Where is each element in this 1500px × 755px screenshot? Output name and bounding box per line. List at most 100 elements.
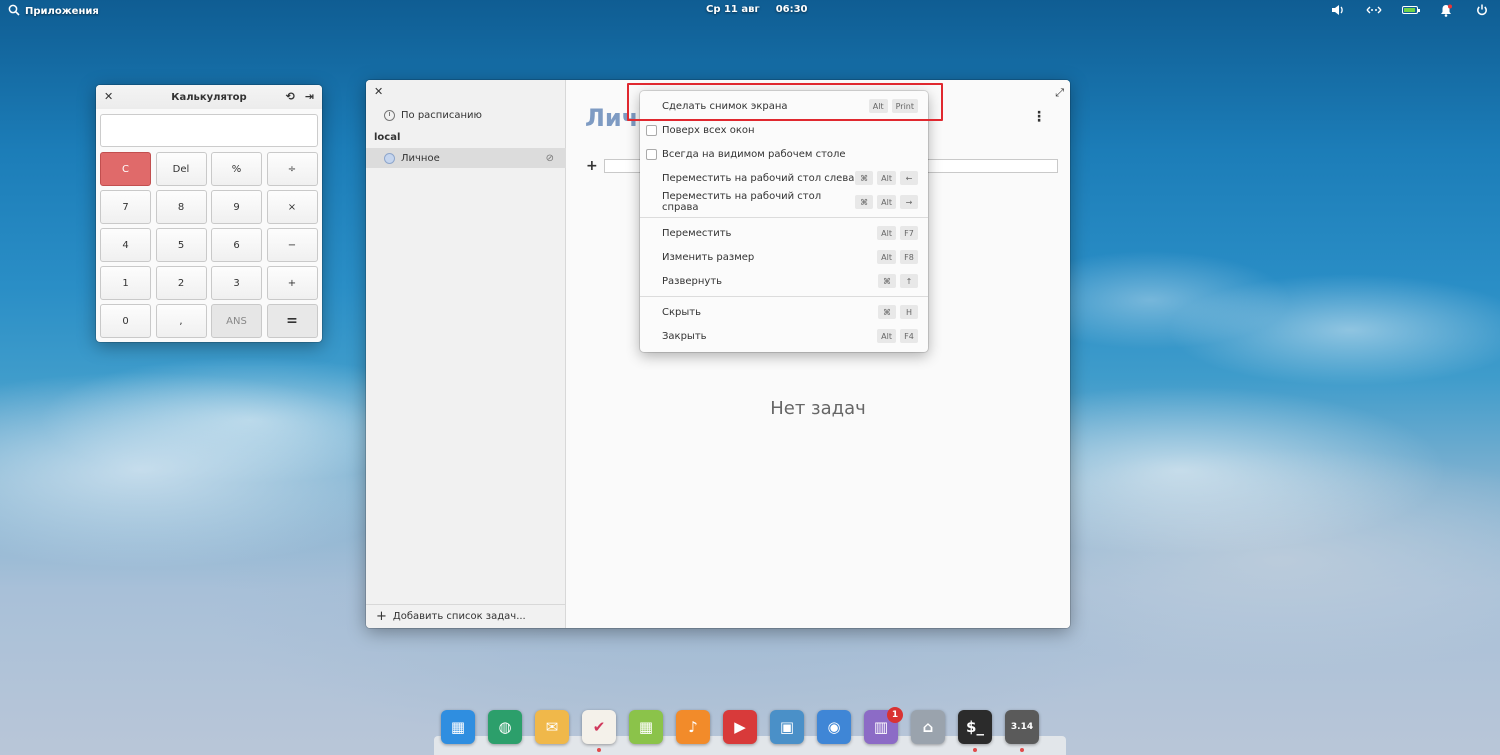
calculator-key[interactable]: ANS: [211, 304, 262, 338]
multitasking-view-icon[interactable]: ▦: [441, 710, 475, 744]
calculator-key[interactable]: C: [100, 152, 151, 186]
running-indicator: [1020, 748, 1024, 752]
maximize-icon[interactable]: ⤢: [1055, 86, 1064, 100]
keyboard-shortcut-key: ⌘: [855, 171, 874, 185]
network-icon[interactable]: [1366, 3, 1382, 17]
context-menu-item[interactable]: Переместить на рабочий стол слева ⌘ Alt ←: [640, 166, 928, 190]
keyboard-shortcut-key: F8: [900, 250, 918, 264]
context-menu-item[interactable]: Изменить размер Alt F8: [640, 245, 928, 269]
context-menu-item[interactable]: Поверх всех окон: [640, 118, 928, 142]
calculator-display[interactable]: [100, 114, 318, 147]
keyboard-shortcut-key: F4: [900, 329, 918, 343]
tasks-icon[interactable]: ✔: [582, 710, 616, 752]
context-menu-item-label: Поверх всех окон: [662, 124, 755, 136]
close-icon[interactable]: ✕: [104, 90, 113, 103]
power-icon[interactable]: [1474, 3, 1490, 17]
keyboard-shortcut-key: Alt: [877, 226, 896, 240]
dock-icon-glyph: ♪: [688, 718, 698, 736]
context-menu-item-label: Развернуть: [662, 275, 723, 287]
keyboard-shortcut-key: Alt: [877, 171, 896, 185]
context-menu-item[interactable]: Переместить Alt F7: [640, 221, 928, 245]
checkbox[interactable]: [646, 124, 657, 136]
more-options-icon[interactable]: ⋮: [1032, 110, 1046, 124]
battery-icon[interactable]: [1402, 3, 1420, 17]
sidebar-item-personal[interactable]: Личное ⊘: [366, 148, 566, 168]
calculator-key[interactable]: 8: [155, 190, 207, 224]
files-icon[interactable]: ⌂: [911, 710, 945, 744]
calculator-key[interactable]: 4: [100, 228, 151, 262]
add-task-list-button[interactable]: + Добавить список задач...: [366, 604, 566, 628]
dock-icon-glyph: $_: [966, 718, 984, 736]
volume-icon[interactable]: [1330, 3, 1346, 17]
calculator-key[interactable]: 2: [155, 266, 207, 300]
top-panel: Приложения Ср 11 авг 06:30: [0, 0, 1500, 20]
time-label: 06:30: [775, 4, 808, 15]
add-task-list-label: Добавить список задач...: [392, 611, 526, 622]
web-browser-icon[interactable]: ◍: [488, 710, 522, 744]
calculator-icon[interactable]: 3.14: [1005, 710, 1039, 752]
keyboard-shortcut-key: Alt: [877, 195, 896, 209]
applications-menu-button[interactable]: Приложения: [8, 4, 99, 19]
calculator-key[interactable]: ×: [266, 190, 318, 224]
offline-sync-icon: ⊘: [545, 152, 554, 164]
tasks-sidebar: ✕ По расписанию local Личное ⊘ + Добавит…: [366, 80, 566, 628]
photos-icon[interactable]: ▣: [770, 710, 804, 744]
add-task-icon[interactable]: +: [586, 158, 598, 174]
calculator-key[interactable]: 3: [211, 266, 262, 300]
calculator-key[interactable]: +: [266, 266, 318, 300]
calculator-window: ✕ Калькулятор ⟲ ⇥ C Del% ÷ 7 8 9 × 4 5 6− 1 2 3 +0, AN…: [96, 85, 322, 342]
context-menu-item-label: Закрыть: [662, 330, 707, 342]
dock-icon-glyph: ▣: [779, 718, 795, 736]
calculator-key[interactable]: 5: [155, 228, 207, 262]
running-indicator: [597, 748, 601, 752]
clock-icon: [384, 109, 395, 121]
calculator-key[interactable]: Del: [155, 152, 207, 186]
history-icon[interactable]: ⟲: [286, 90, 295, 103]
calculator-key[interactable]: =: [266, 304, 318, 338]
calculator-key[interactable]: −: [266, 228, 318, 262]
window-context-menu: Сделать снимок экрана Alt Print Поверх всех…: [640, 91, 928, 352]
applications-label: Приложения: [25, 6, 99, 17]
menu-separator: [640, 296, 928, 297]
calculator-key[interactable]: 9: [211, 190, 262, 224]
videos-icon[interactable]: ▶: [723, 710, 757, 744]
checkbox[interactable]: [646, 148, 657, 160]
date-time-indicator[interactable]: Ср 11 авг 06:30: [706, 4, 808, 15]
settings-icon[interactable]: ◉: [817, 710, 851, 744]
extended-mode-icon[interactable]: ⇥: [305, 90, 314, 103]
mail-icon[interactable]: ✉: [535, 710, 569, 744]
sidebar-item-label: По расписанию: [401, 109, 482, 121]
terminal-icon[interactable]: $_: [958, 710, 992, 752]
context-menu-item[interactable]: Всегда на видимом рабочем столе: [640, 142, 928, 166]
context-menu-item[interactable]: Развернуть ⌘ ↑: [640, 269, 928, 293]
close-icon[interactable]: ✕: [374, 85, 383, 98]
keyboard-shortcut-key: ⌘: [878, 274, 896, 288]
date-label: Ср 11 авг: [706, 4, 760, 15]
context-menu-item[interactable]: Скрыть ⌘ H: [640, 300, 928, 324]
keyboard-shortcut-key: ⌘: [855, 195, 874, 209]
list-color-icon: [384, 152, 395, 164]
search-icon: [8, 4, 20, 19]
calculator-titlebar[interactable]: ✕ Калькулятор ⟲ ⇥: [96, 85, 322, 109]
calculator-key[interactable]: 1: [100, 266, 151, 300]
context-menu-item-label: Переместить на рабочий стол справа: [662, 191, 822, 213]
calculator-key[interactable]: ÷: [266, 152, 318, 186]
notifications-icon[interactable]: [1438, 3, 1454, 17]
music-icon[interactable]: ♪: [676, 710, 710, 744]
sidebar-item-scheduled[interactable]: По расписанию: [366, 105, 566, 125]
calculator-key[interactable]: 0: [100, 304, 151, 338]
keyboard-shortcut-key: ⌘: [878, 305, 896, 319]
calculator-key[interactable]: ,: [155, 304, 207, 338]
context-menu-item[interactable]: Переместить на рабочий стол справа ⌘ Alt →: [640, 190, 928, 214]
appcenter-icon[interactable]: ▥ 1: [864, 707, 903, 744]
menu-separator: [640, 217, 928, 218]
calculator-key[interactable]: %: [211, 152, 262, 186]
calculator-key[interactable]: 6: [211, 228, 262, 262]
calendar-icon[interactable]: ▦: [629, 710, 663, 744]
keyboard-shortcut-key: H: [900, 305, 918, 319]
context-menu-item[interactable]: Закрыть Alt F4: [640, 324, 928, 348]
notification-badge: 1: [887, 707, 903, 723]
calculator-key[interactable]: 7: [100, 190, 151, 224]
dock-icon-glyph: ▦: [638, 718, 654, 736]
keyboard-shortcut-key: Alt: [877, 250, 896, 264]
